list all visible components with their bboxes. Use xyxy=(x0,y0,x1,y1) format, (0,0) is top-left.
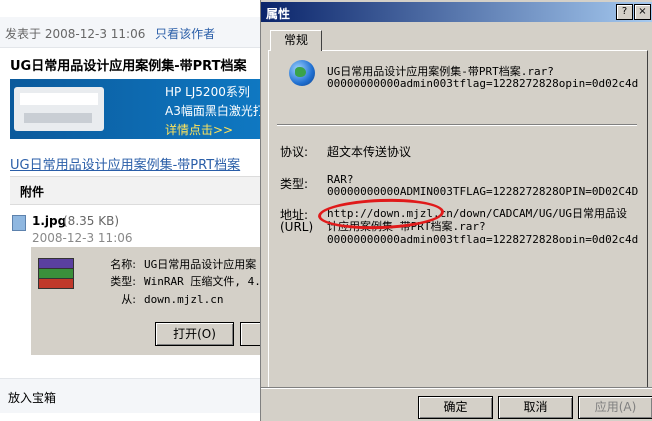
ad-banner[interactable]: HP LJ5200系列 A3幅面黑白激光打 详情点击>> xyxy=(10,79,262,139)
button-separator xyxy=(261,387,652,389)
url-label: (URL) xyxy=(280,220,314,234)
properties-dialog: 属性 ? × 常规 UG日常用品设计应用案例集-带PRT档案.rar? 0000… xyxy=(260,0,652,421)
close-button[interactable]: × xyxy=(634,4,651,20)
address-line-3: 00000000000admin003tflag=1228272828opin=… xyxy=(327,233,639,243)
download-type-value: WinRAR 压缩文件, 4. xyxy=(144,275,261,288)
tab-general[interactable]: 常规 xyxy=(270,30,322,51)
help-button[interactable]: ? xyxy=(616,4,633,20)
attachment-file-name[interactable]: 1.jpg xyxy=(32,214,66,228)
ad-headline: HP LJ5200系列 xyxy=(165,85,250,99)
separator xyxy=(277,124,637,126)
add-to-favorites-link[interactable]: 放入宝箱 xyxy=(8,389,56,406)
cancel-button[interactable]: 取消 xyxy=(498,396,573,419)
download-type-row: 类型: WinRAR 压缩文件, 4. xyxy=(96,273,261,289)
protocol-value: 超文本传送协议 xyxy=(327,145,412,159)
protocol-label: 协议: xyxy=(280,145,309,159)
dialog-title: 属性 xyxy=(266,7,291,21)
download-name-label: 名称: xyxy=(110,258,136,271)
posted-on-label: 发表于 xyxy=(5,27,42,41)
ad-subline: A3幅面黑白激光打 xyxy=(165,104,262,118)
post-meta: 发表于 2008-12-3 11:06 只看该作者 xyxy=(5,25,215,42)
download-from-row: 从: down.mjzl.cn xyxy=(96,291,223,307)
download-from-value: down.mjzl.cn xyxy=(144,293,224,306)
internet-shortcut-icon xyxy=(289,60,315,86)
post-header: 发表于 2008-12-3 11:06 只看该作者 xyxy=(0,17,270,48)
download-name-value: UG日常用品设计应用案 xyxy=(144,258,257,271)
posted-on-date: 2008-12-3 11:06 xyxy=(44,27,146,41)
attachment-title-link[interactable]: UG日常用品设计应用案例集-带PRT档案 xyxy=(10,154,240,173)
apply-button[interactable]: 应用(A) xyxy=(578,396,652,419)
author-only-link[interactable]: 只看该作者 xyxy=(155,27,215,41)
ok-button[interactable]: 确定 xyxy=(418,396,493,419)
type-label: 类型: xyxy=(280,177,309,191)
post-title: UG日常用品设计应用案例集-带PRT档案 xyxy=(10,59,247,74)
attachment-header-label: 附件 xyxy=(20,185,45,199)
download-name-row: 名称: UG日常用品设计应用案 xyxy=(96,256,256,272)
dialog-titlebar[interactable]: 属性 ? × xyxy=(261,2,652,22)
open-button[interactable]: 打开(O) xyxy=(155,322,234,346)
download-from-label: 从: xyxy=(121,293,136,306)
download-type-label: 类型: xyxy=(110,275,136,288)
type-value-line-2: 00000000000ADMIN003TFLAG=1228272828OPIN=… xyxy=(327,185,639,198)
filename-line-2: 00000000000admin003tflag=1228272828opin=… xyxy=(327,77,639,90)
printer-image xyxy=(14,87,104,131)
attachment-file-size: (8.35 KB) xyxy=(63,214,119,228)
favorite-bar: 放入宝箱 xyxy=(0,378,260,413)
winrar-archive-icon xyxy=(38,258,74,289)
attachment-file-date: 2008-12-3 11:06 xyxy=(32,231,133,245)
attachment-header: 附件 xyxy=(10,176,265,205)
image-file-icon xyxy=(12,215,26,231)
ad-details-link[interactable]: 详情点击>> xyxy=(165,121,233,138)
